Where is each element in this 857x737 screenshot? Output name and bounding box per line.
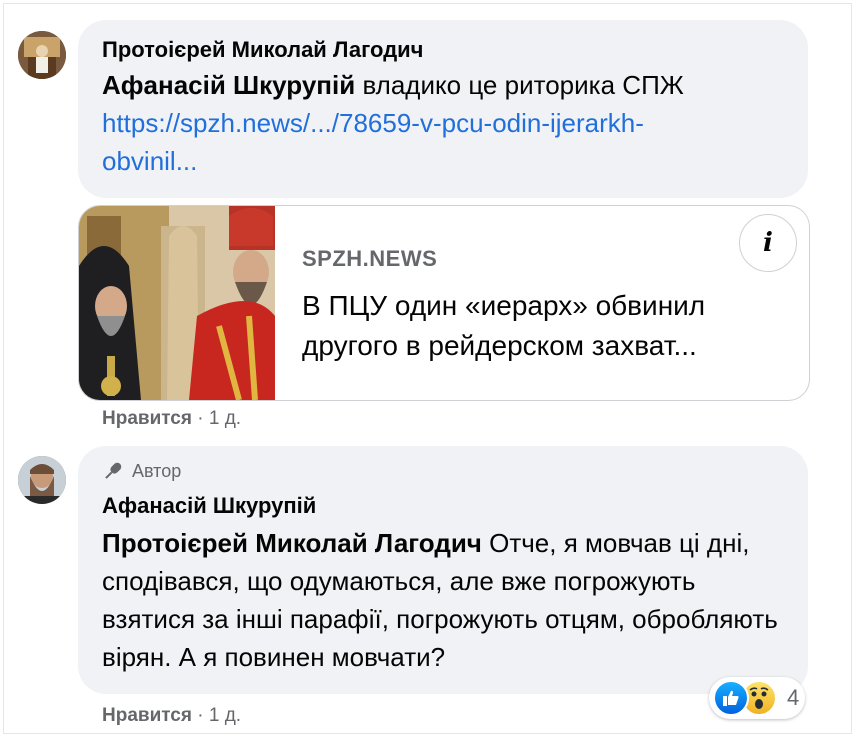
- separator: ·: [191, 705, 209, 726]
- comment-actions: Нравится · 1 д.: [102, 705, 241, 727]
- author-badge-label: Автор: [132, 460, 182, 481]
- info-icon[interactable]: i: [739, 214, 797, 272]
- mention[interactable]: Протоієрей Миколай Лагодич: [102, 528, 482, 558]
- timestamp[interactable]: 1 д.: [209, 408, 241, 429]
- comment-body: владико це риторика СПЖ: [355, 70, 684, 100]
- comment-author[interactable]: Протоієрей Миколай Лагодич: [102, 36, 784, 64]
- comment-bubble: Протоієрей Миколай Лагодич Афанасій Шкур…: [78, 20, 808, 198]
- like-icon: [713, 680, 749, 716]
- preview-domain: SPZH.NEWS: [302, 246, 438, 271]
- comment-bubble: Автор Афанасій Шкурупій Протоієрей Микол…: [78, 446, 808, 694]
- comment-link[interactable]: https://spzh.news/.../78659-v-pcu-odin-i…: [102, 108, 644, 176]
- preview-image: [79, 206, 275, 400]
- mention[interactable]: Афанасій Шкурупій: [102, 70, 355, 100]
- comment-text: Протоієрей Миколай Лагодич Отче, я мовча…: [102, 524, 784, 676]
- like-button[interactable]: Нравится: [102, 408, 192, 429]
- reactions-count: 4: [787, 685, 800, 710]
- timestamp[interactable]: 1 д.: [209, 705, 241, 726]
- avatar-photo-icon: [18, 31, 66, 79]
- preview-title[interactable]: В ПЦУ один «иерарх» обвинил другого в ре…: [302, 286, 792, 366]
- reactions-summary[interactable]: 4: [709, 677, 805, 719]
- like-button[interactable]: Нравится: [102, 705, 192, 726]
- separator: ·: [191, 408, 209, 429]
- avatar[interactable]: [18, 456, 66, 504]
- comment-actions: Нравится · 1 д.: [102, 408, 241, 430]
- author-badge: Автор: [102, 458, 784, 484]
- microphone-icon: [105, 462, 122, 479]
- avatar-photo-icon: [18, 456, 66, 504]
- link-preview-card[interactable]: SPZH.NEWS В ПЦУ один «иерарх» обвинил др…: [78, 205, 810, 401]
- comment-text: Афанасій Шкурупій владико це риторика СП…: [102, 66, 784, 180]
- comment-author[interactable]: Афанасій Шкурупій: [102, 492, 784, 520]
- avatar[interactable]: [18, 31, 66, 79]
